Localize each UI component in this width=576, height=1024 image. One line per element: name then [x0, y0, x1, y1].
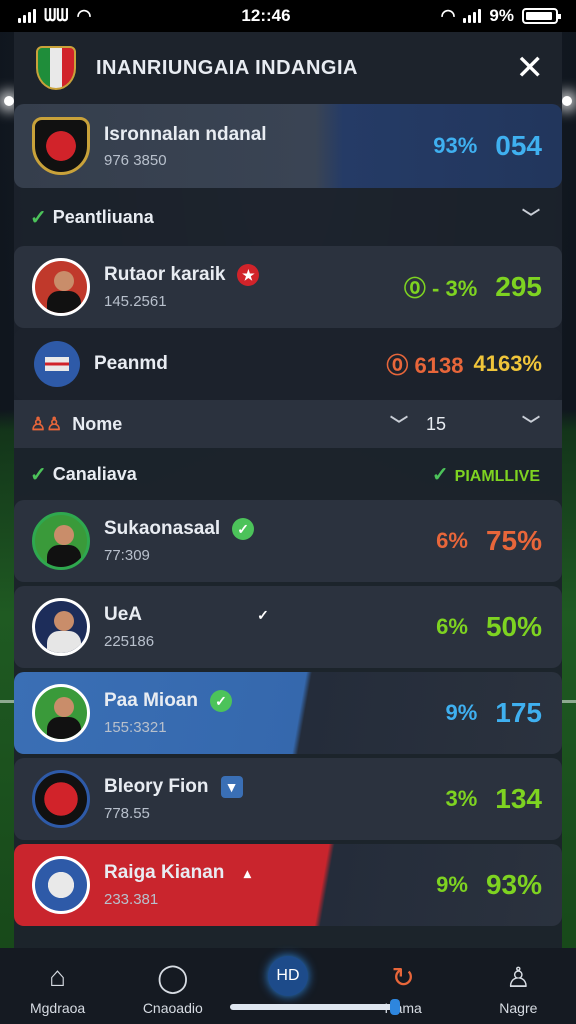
filter-label: Nome [72, 413, 123, 434]
player-sub: 778.55 [104, 804, 150, 822]
standings-panel: INANRIUNGAIA INDANGIA ✕ Isronnalan ndana… [14, 32, 562, 948]
panel-title: INANRIUNGAIA INDANGIA [96, 56, 358, 79]
player-row-highlighted[interactable]: Raiga Kianan ▴ 233.381 9% 93% [14, 844, 562, 926]
hd-icon: HD [267, 956, 308, 996]
player-row[interactable]: Sukaonasaal ✓ 77:309 6% 75% [14, 500, 562, 582]
player-value: 295 [495, 271, 542, 302]
flag-icon [34, 341, 80, 387]
player-avatar [32, 684, 90, 742]
player-sub: 155:3321 [104, 718, 167, 736]
wifi-icon: ◠ [440, 6, 456, 25]
nav-label: Cnaoadio [142, 1000, 203, 1016]
scroll-slider-track[interactable] [230, 1004, 400, 1010]
floodlight [4, 96, 14, 106]
player-pct: 3% [445, 786, 478, 811]
close-button[interactable]: ✕ [516, 51, 545, 85]
section-label: Peantliuana [52, 206, 154, 227]
check-icon: ✓ [431, 463, 449, 486]
section-header[interactable]: ✓ Peantliuana ﹀ [14, 188, 562, 246]
nav-label: Nagre [499, 1000, 538, 1016]
team-logo-icon [32, 117, 90, 175]
top-team-card[interactable]: Isronnalan ndanal 976 3850 93% 054 [14, 104, 562, 188]
player-name: Paa Mioan [104, 690, 198, 712]
player-pct: 6% [436, 614, 468, 639]
verified-icon: ✓ [232, 518, 255, 541]
section-header[interactable]: ✓ Canaliava ✓ PIAMLLIVE [14, 448, 562, 500]
panel-header: INANRIUNGAIA INDANGIA ✕ [14, 32, 562, 104]
flag-icon: ▴ [243, 864, 251, 881]
player-name: Raiga Kianan [104, 862, 225, 884]
check-icon: ✓ [257, 606, 269, 623]
player-pct: 6% [436, 528, 468, 553]
player-name: Rutaor karaik [104, 264, 226, 286]
bottom-nav: ⌂ Mgdraoa ◯ Cnaoadio HD ↻ Hama ♙ Nagre [0, 948, 576, 1024]
player-name: Sukaonasaal [104, 518, 221, 540]
battery-icon [522, 8, 561, 24]
signal-icon [18, 9, 36, 23]
player-sub: 225186 [104, 632, 155, 650]
scroll-slider-knob[interactable] [390, 999, 400, 1015]
player-sub: 233.381 [104, 890, 159, 908]
player-avatar [32, 258, 90, 316]
filter-row[interactable]: ♙♙ Nome ﹀ 15 ﹀ [14, 400, 562, 448]
player-row[interactable]: Rutaor karaik ★ 145.2561 ⓪ - 3% 295 [14, 246, 562, 328]
people-icon: ♙♙ [30, 413, 63, 434]
chevron-down-icon[interactable]: ﹀ [390, 411, 408, 437]
country-name: Peanmd [94, 353, 168, 374]
nav-label: Mgdraoa [29, 1000, 86, 1016]
live-label: PIAMLLIVE [454, 467, 540, 485]
nav-hd[interactable]: HD [238, 956, 338, 1002]
refresh-icon: ↻ [391, 961, 415, 993]
player-pct: 9% [436, 872, 468, 897]
player-name: UeA [104, 604, 143, 626]
nav-home[interactable]: ⌂ Mgdraoa [8, 960, 108, 1016]
wifi-icon: ◠ [76, 6, 92, 25]
nav-ball[interactable]: ◯ Cnaoadio [123, 960, 223, 1017]
clock: 12::46 [241, 6, 291, 25]
player-value: 93% [485, 869, 542, 900]
check-icon: ✓ [30, 463, 47, 486]
player-sub: 77:309 [104, 546, 150, 564]
country-row[interactable]: Peanmd ⓪ 6138 4163% [14, 328, 562, 400]
status-bar: ᗯᗯ ◠ 12::46 ◠ 9% [0, 0, 576, 32]
team-name: Isronnalan ndanal [104, 123, 267, 145]
carrier-glyph: ᗯᗯ [44, 6, 69, 25]
player-pct: ⓪ - 3% [403, 276, 478, 301]
country-stat: ⓪ 6138 [386, 353, 464, 378]
club-badge-icon [32, 856, 90, 914]
player-value: 50% [485, 611, 542, 642]
team-sub: 976 3850 [104, 151, 167, 169]
verified-icon: ✓ [209, 690, 232, 713]
filter-count: 15 [425, 413, 446, 434]
player-value: 175 [495, 697, 542, 728]
floodlight [562, 96, 572, 106]
player-avatar [32, 512, 90, 570]
chevron-down-icon[interactable]: ﹀ [522, 411, 540, 437]
player-pct: 9% [445, 700, 478, 725]
player-name: Bleory Fion [104, 776, 209, 798]
player-row-highlighted[interactable]: Paa Mioan ✓ 155:3321 9% 175 [14, 672, 562, 754]
home-icon: ⌂ [49, 961, 67, 992]
nav-profile[interactable]: ♙ Nagre [468, 960, 568, 1017]
team-value: 054 [495, 130, 542, 161]
player-sub: 145.2561 [104, 292, 167, 310]
section-label: Canaliava [52, 463, 137, 484]
player-avatar [32, 598, 90, 656]
profile-icon: ♙ [505, 961, 531, 993]
player-row[interactable]: Bleory Fion ▼ 778.55 3% 134 [14, 758, 562, 840]
ball-icon: ◯ [157, 961, 189, 993]
player-value: 134 [495, 783, 542, 814]
player-value: 75% [485, 525, 542, 556]
club-badge-icon [32, 770, 90, 828]
team-crest-icon [36, 46, 76, 90]
player-row[interactable]: UeA ✓ 225186 6% 50% [14, 586, 562, 668]
signal-icon [463, 9, 482, 23]
chevron-down-icon[interactable]: ﹀ [522, 204, 540, 230]
star-badge-icon: ★ [237, 264, 260, 287]
team-pct: 93% [433, 133, 478, 158]
shield-icon: ▼ [220, 776, 243, 799]
battery-percent: 9% [489, 6, 514, 25]
country-value: 4163% [473, 351, 542, 376]
check-icon: ✓ [30, 206, 47, 229]
